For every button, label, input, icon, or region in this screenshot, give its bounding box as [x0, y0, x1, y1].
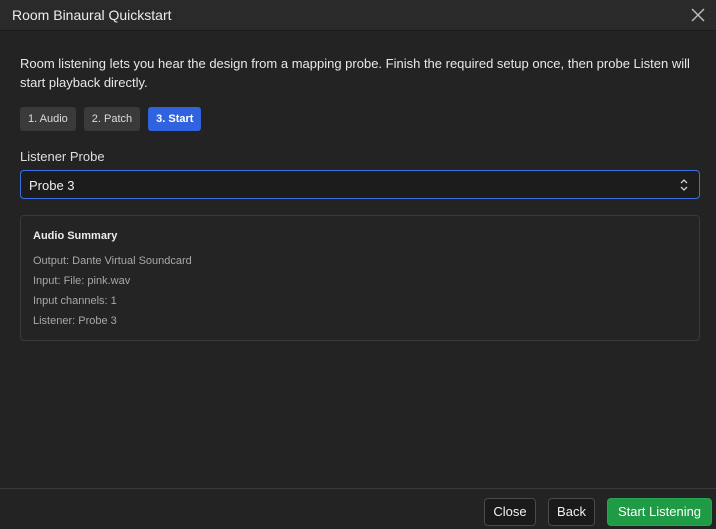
dialog-footer: Close Back Start Listening: [0, 488, 716, 529]
summary-input: Input: File: pink.wav: [33, 275, 131, 287]
listener-probe-label: Listener Probe: [20, 149, 105, 164]
start-listening-button[interactable]: Start Listening: [607, 498, 712, 526]
step-start-tab[interactable]: 3. Start: [148, 107, 202, 131]
summary-listener: Listener: Probe 3: [33, 315, 117, 327]
summary-output: Output: Dante Virtual Soundcard: [33, 255, 192, 267]
audio-summary-title: Audio Summary: [33, 230, 118, 242]
listener-probe-select[interactable]: Probe 3: [20, 170, 700, 199]
close-icon-graphic: [691, 8, 705, 22]
step-audio-tab[interactable]: 1. Audio: [20, 107, 76, 131]
listener-probe-value: Probe 3: [29, 178, 75, 193]
dialog-title: Room Binaural Quickstart: [12, 7, 172, 23]
chevron-updown-icon: [679, 178, 689, 192]
intro-text: Room listening lets you hear the design …: [20, 56, 690, 90]
close-button[interactable]: Close: [484, 498, 536, 526]
back-button[interactable]: Back: [548, 498, 595, 526]
summary-input-channels: Input channels: 1: [33, 295, 117, 307]
step-patch-tab[interactable]: 2. Patch: [83, 107, 141, 131]
step-tabs: 1. Audio 2. Patch 3. Start: [20, 107, 202, 131]
close-icon[interactable]: [691, 8, 705, 22]
quickstart-dialog: Room Binaural Quickstart Room listening …: [0, 0, 716, 529]
title-bar: Room Binaural Quickstart: [0, 0, 716, 31]
audio-summary-panel: Audio Summary Output: Dante Virtual Soun…: [20, 215, 700, 341]
